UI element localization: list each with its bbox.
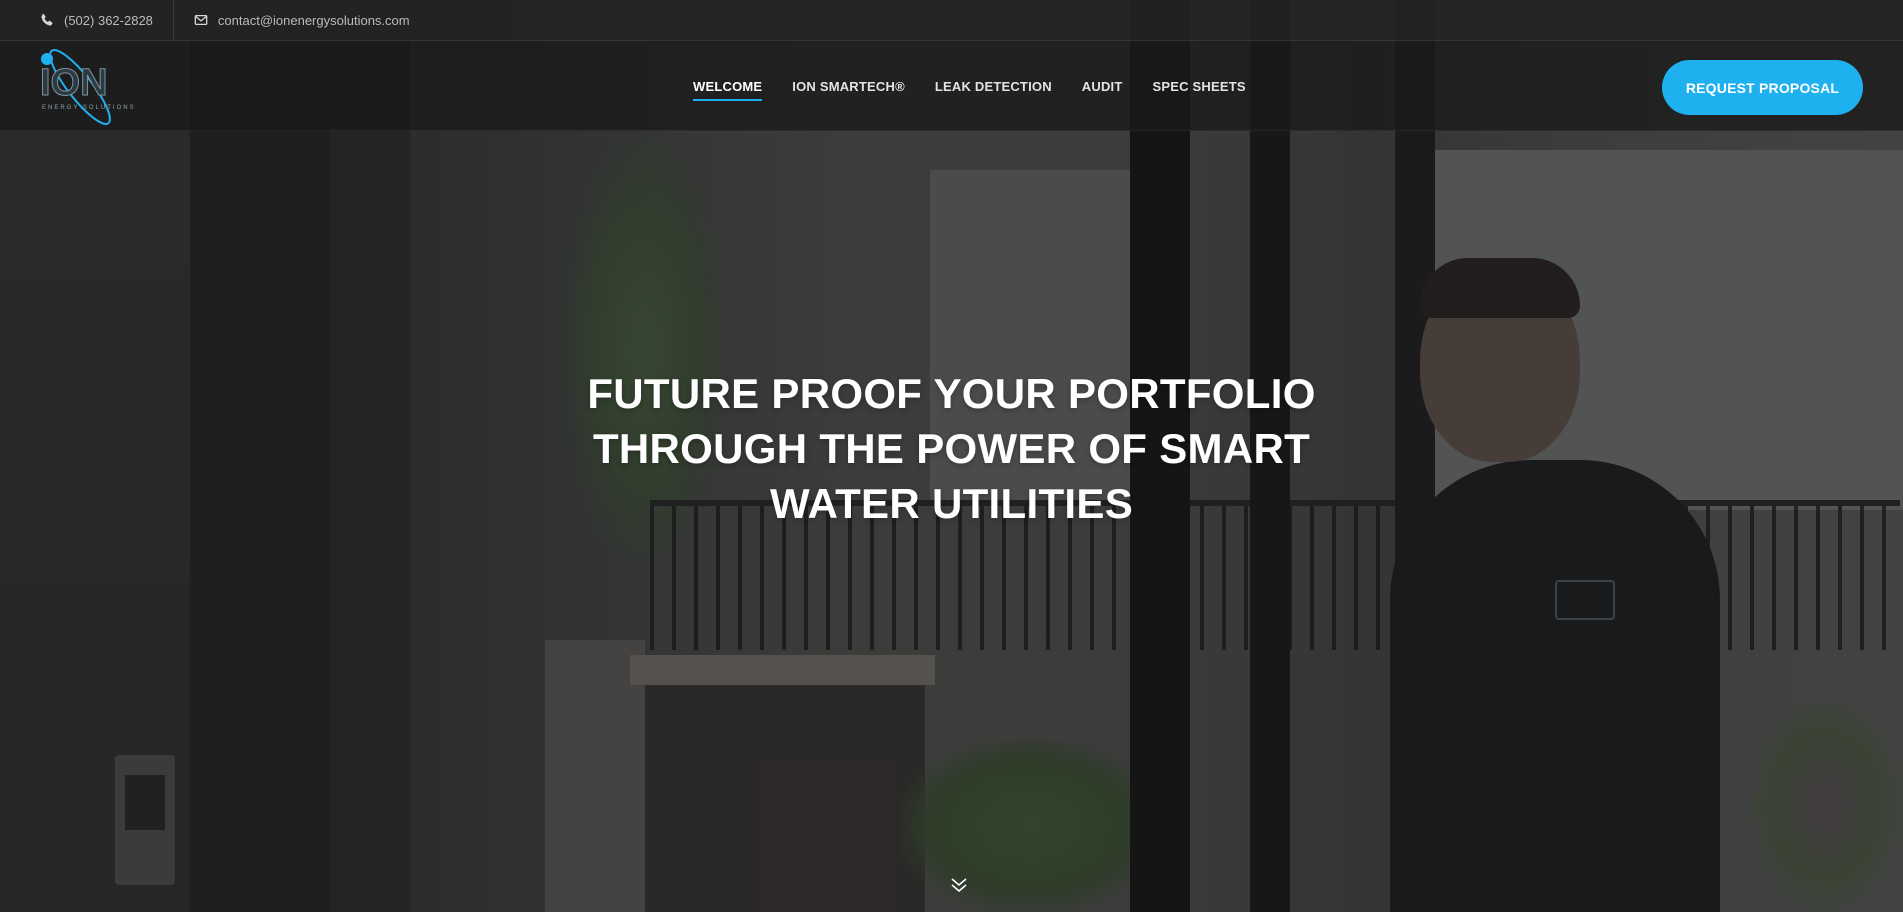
- email-contact[interactable]: contact@ionenergysolutions.com: [172, 0, 430, 41]
- svg-text:ION: ION: [40, 62, 108, 104]
- nav-ion-smartech[interactable]: ION SMARTECH®: [792, 75, 905, 98]
- nav-spec-sheets[interactable]: SPEC SHEETS: [1153, 75, 1246, 98]
- nav-leak-detection[interactable]: LEAK DETECTION: [935, 75, 1052, 98]
- headline-line-2: THROUGH THE POWER OF SMART: [592, 425, 1311, 472]
- main-nav: WELCOME ION SMARTECH® LEAK DETECTION AUD…: [693, 41, 1276, 131]
- nav-audit[interactable]: AUDIT: [1082, 75, 1123, 98]
- headline-line-3: WATER UTILITIES: [769, 480, 1134, 527]
- main-header: ION ENERGY SOLUTIONS WELCOME ION SMARTEC…: [0, 41, 1903, 131]
- headline-line-1: FUTURE PROOF YOUR PORTFOLIO: [587, 370, 1316, 417]
- top-info-bar: (502) 362-2828 contact@ionenergysolution…: [0, 0, 1903, 41]
- phone-contact[interactable]: (502) 362-2828: [0, 0, 173, 41]
- envelope-icon: [194, 13, 208, 27]
- request-proposal-button[interactable]: REQUEST PROPOSAL: [1662, 60, 1863, 115]
- phone-number: (502) 362-2828: [64, 12, 153, 28]
- nav-welcome[interactable]: WELCOME: [693, 75, 763, 101]
- hero-headline: FUTURE PROOF YOUR PORTFOLIO THROUGH THE …: [540, 366, 1363, 531]
- double-chevron-down-icon[interactable]: [949, 877, 969, 893]
- ion-logo[interactable]: ION ENERGY SOLUTIONS: [36, 41, 152, 133]
- email-address: contact@ionenergysolutions.com: [217, 12, 410, 28]
- svg-text:ENERGY SOLUTIONS: ENERGY SOLUTIONS: [42, 105, 136, 111]
- phone-icon: [40, 13, 54, 27]
